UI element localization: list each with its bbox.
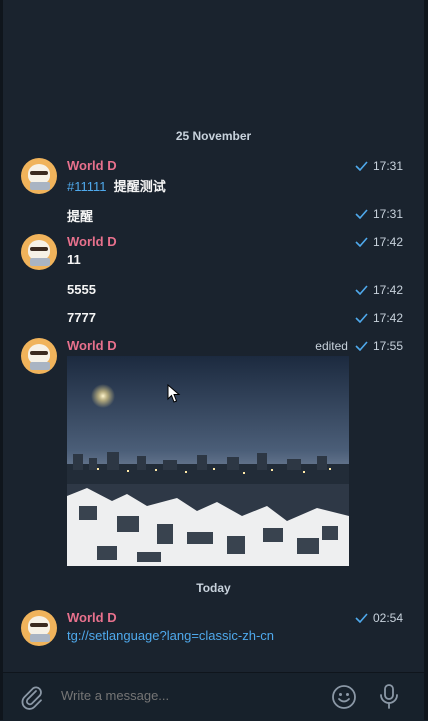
message-meta: 17:31 <box>355 159 403 173</box>
sender-name[interactable]: World D <box>67 234 117 249</box>
edited-label: edited <box>315 339 348 353</box>
message-body: 提醒测试 <box>113 179 166 194</box>
message-time: 17:55 <box>372 339 403 353</box>
message-text: tg://setlanguage?lang=classic-zh-cn <box>67 628 274 643</box>
avatar[interactable] <box>21 338 57 374</box>
sender-name[interactable]: World D <box>67 610 117 625</box>
avatar[interactable] <box>21 610 57 646</box>
message-meta: edited 17:55 <box>315 339 403 353</box>
night-city-photo <box>67 356 349 566</box>
message-text: 11 <box>67 252 81 267</box>
avatar[interactable] <box>21 234 57 270</box>
window-edge-right <box>424 0 428 720</box>
message-time: 02:54 <box>372 611 403 625</box>
mouse-cursor-icon <box>167 384 181 403</box>
message-text: 5555 <box>67 282 96 297</box>
message-composer <box>3 672 424 721</box>
checkmark-icon <box>355 613 368 623</box>
checkmark-icon <box>355 161 368 171</box>
checkmark-icon <box>355 285 368 295</box>
avatar[interactable] <box>21 158 57 194</box>
message-meta: 17:42 <box>355 311 403 325</box>
photo-attachment[interactable] <box>67 356 349 566</box>
message-meta: 17:42 <box>355 283 403 297</box>
checkmark-icon <box>355 341 368 351</box>
message-meta: 02:54 <box>355 611 403 625</box>
message-meta: 17:31 <box>355 207 403 221</box>
message-time: 17:42 <box>372 311 403 325</box>
message-text: #11111 提醒测试 <box>67 176 166 195</box>
message-meta: 17:42 <box>355 235 403 249</box>
checkmark-icon <box>355 237 368 247</box>
sender-name[interactable]: World D <box>67 158 117 173</box>
date-separator: 25 November <box>175 129 252 143</box>
checkmark-icon <box>355 209 368 219</box>
message-text: 7777 <box>67 310 96 325</box>
microphone-icon[interactable] <box>377 683 401 711</box>
message-time: 17:42 <box>372 283 403 297</box>
chat-window: 25 November World D #11111 提醒测试 17:31 提醒… <box>0 0 428 721</box>
message-time: 17:31 <box>372 159 403 173</box>
message-time: 17:31 <box>372 207 403 221</box>
paperclip-icon[interactable] <box>19 684 45 710</box>
hashtag-link[interactable]: #11111 <box>67 179 107 194</box>
message-text: 提醒 <box>67 209 94 224</box>
sender-name[interactable]: World D <box>67 338 117 353</box>
emoji-icon[interactable] <box>331 684 357 710</box>
message-link[interactable]: tg://setlanguage?lang=classic-zh-cn <box>67 628 274 643</box>
checkmark-icon <box>355 313 368 323</box>
message-list[interactable]: 25 November World D #11111 提醒测试 17:31 提醒… <box>3 0 424 672</box>
message-time: 17:42 <box>372 235 403 249</box>
message-input[interactable] <box>61 688 311 703</box>
date-separator: Today <box>196 581 231 595</box>
